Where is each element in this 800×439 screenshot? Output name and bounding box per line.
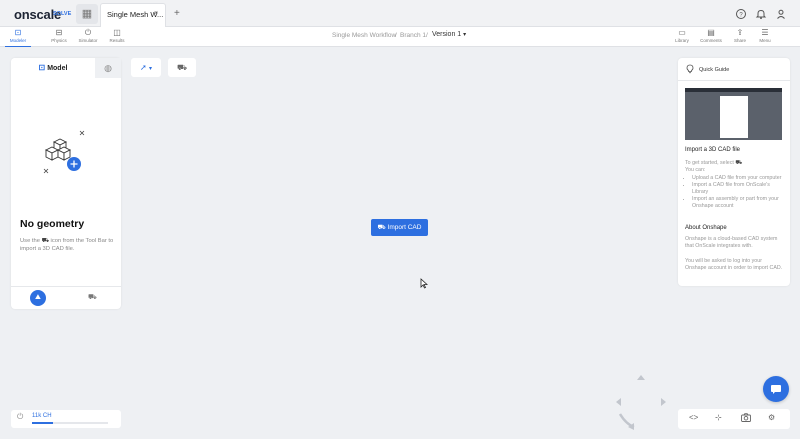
fit-view-icon[interactable]: ⊹ — [715, 413, 722, 422]
cursor-icon: ➚ — [140, 63, 147, 72]
globe-icon: ◍ — [104, 63, 112, 73]
mode-results[interactable]: ◫ Results — [104, 28, 130, 47]
power-icon: ⏻ — [84, 28, 92, 37]
results-icon: ◫ — [113, 28, 121, 37]
logo-subtitle: SOLVE — [53, 11, 72, 17]
settings-icon[interactable]: ⚙ — [768, 413, 775, 422]
svg-text:?: ? — [739, 12, 743, 18]
import-cad-icon: ⛟ — [41, 238, 49, 244]
comments-icon: ▤ — [707, 28, 715, 37]
guide-onshape-text-1: Onshape is a cloud-based CAD system that… — [685, 236, 778, 249]
physics-icon: ⊟ — [55, 28, 63, 37]
power-icon: ⏻ — [17, 412, 24, 421]
guide-thumbnail-document — [720, 96, 748, 138]
mesh-icon[interactable]: ⛟ — [88, 293, 97, 302]
model-icon: ⊡ — [14, 28, 22, 37]
library-icon: ▭ — [678, 28, 686, 37]
new-tab-button[interactable]: + — [174, 8, 180, 19]
code-icon[interactable]: <> — [689, 413, 698, 422]
quick-guide-divider — [678, 80, 790, 81]
empty-geometry-illustration — [43, 130, 85, 174]
status-widget[interactable] — [11, 410, 121, 428]
user-icon[interactable] — [775, 8, 787, 20]
breadcrumb-separator-2: / — [426, 32, 428, 39]
import-cad-icon: ⛟ — [377, 224, 386, 231]
share-icon: ⇪ — [736, 28, 744, 37]
chevron-down-icon: ▾ — [148, 66, 152, 72]
import-cad-button[interactable]: ⛟ Import CAD — [371, 219, 428, 236]
guide-section-import: Import a 3D CAD file — [685, 147, 741, 153]
grid-icon[interactable]: ▦ — [76, 4, 98, 24]
view-rotate-control[interactable] — [612, 372, 670, 430]
chevron-down-icon: ▾ — [463, 32, 467, 38]
guide-onshape-text-2: You will be asked to log into your Onsha… — [685, 258, 783, 271]
select-tool-dropdown[interactable]: ➚ ▾ — [131, 58, 161, 77]
breadcrumb-branch[interactable]: Branch 1 — [400, 32, 426, 39]
import-cad-icon: ⛟ — [176, 63, 188, 72]
guide-thumbnail-header — [685, 88, 782, 92]
mouse-cursor-icon — [420, 278, 429, 291]
tool-share[interactable]: ⇪ Share — [727, 28, 753, 47]
geometry-button[interactable]: ⛰ — [30, 290, 46, 306]
tab-model[interactable]: ⊡ Model — [11, 58, 95, 78]
tool-library[interactable]: ▭ Library — [669, 28, 695, 47]
menu-icon: ☰ — [761, 28, 769, 37]
help-icon[interactable]: ? — [735, 8, 747, 20]
chat-icon — [770, 383, 782, 395]
version-dropdown[interactable]: Version 1 ▾ — [432, 31, 466, 38]
import-cad-toolbar-button[interactable]: ⛟ — [168, 58, 196, 77]
bell-icon[interactable] — [755, 8, 767, 20]
list-item: Import an assembly or part from your Ons… — [692, 196, 784, 210]
model-icon: ⊡ — [38, 63, 46, 72]
tool-comments[interactable]: ▤ Comments — [698, 28, 724, 47]
mode-physics[interactable]: ⊟ Physics — [46, 28, 72, 47]
core-hours-label: 11k CH — [32, 413, 52, 419]
breadcrumb-workflow[interactable]: Single Mesh Workflow — [332, 32, 396, 39]
core-hours-bar-fill — [32, 422, 54, 424]
lightbulb-icon — [686, 64, 694, 76]
model-panel — [11, 58, 121, 309]
mode-modeler[interactable]: ⊡ Modeler — [5, 28, 31, 47]
panel-divider — [11, 286, 121, 287]
mode-simulator[interactable]: ⏻ Simulator — [75, 28, 101, 47]
tab-globe[interactable]: ◍ — [95, 58, 121, 78]
import-cad-icon: ⛟ — [735, 160, 743, 166]
geometry-icon: ⛰ — [35, 294, 41, 301]
version-label: Version 1 — [432, 31, 462, 38]
guide-bullet-list: Upload a CAD file from your computer Imp… — [692, 175, 784, 210]
camera-icon[interactable] — [741, 413, 751, 424]
list-item: Upload a CAD file from your computer — [692, 175, 784, 182]
list-item: Import a CAD file from OnScale's Library — [692, 182, 784, 196]
chat-button[interactable] — [763, 376, 789, 402]
quick-guide-title: Quick Guide — [699, 67, 730, 73]
empty-state-title: No geometry — [20, 218, 85, 230]
guide-intro: To get started, select ⛟ You can: — [685, 160, 743, 173]
breadcrumb-separator: / — [395, 32, 397, 39]
tool-menu[interactable]: ☰ Menu — [752, 28, 778, 47]
guide-section-onshape: About Onshape — [685, 225, 727, 231]
empty-state-text: Use the ⛟ icon from the Tool Bar to impo… — [20, 238, 114, 252]
close-tab-icon[interactable]: × — [154, 10, 158, 17]
